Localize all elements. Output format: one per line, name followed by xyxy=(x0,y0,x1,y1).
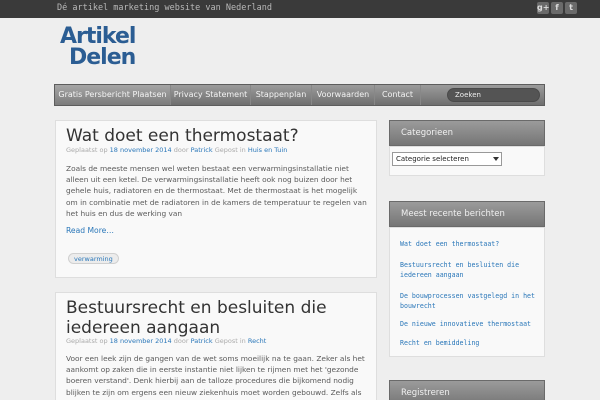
read-more-link[interactable]: Read More… xyxy=(66,226,114,235)
meta-prefix: Geplaatst op xyxy=(66,146,108,154)
twitter-icon[interactable]: t xyxy=(565,2,577,14)
nav-item-persbericht[interactable]: Gratis Persbericht Plaatsen xyxy=(55,85,171,105)
post-date[interactable]: 18 november 2014 xyxy=(110,337,172,345)
post-title[interactable]: Wat doet een thermostaat? xyxy=(66,126,299,146)
recent-post-link[interactable]: Wat doet een thermostaat? xyxy=(400,240,540,250)
nav-item-stappenplan[interactable]: Stappenplan xyxy=(251,85,312,105)
chevron-down-icon xyxy=(493,157,499,161)
post-card: Wat doet een thermostaat? Geplaatst op 1… xyxy=(55,120,377,278)
post-excerpt: Zoals de meeste mensen wel weten bestaat… xyxy=(66,164,367,218)
meta-posted-in: Gepost in xyxy=(214,337,246,345)
recent-posts-widget-title: Meest recente berichten xyxy=(389,201,545,227)
post-tag[interactable]: verwarming xyxy=(68,253,119,264)
post-card: Bestuursrecht en besluiten die iedereen … xyxy=(55,292,377,400)
facebook-icon[interactable]: f xyxy=(551,2,563,14)
post-date[interactable]: 18 november 2014 xyxy=(110,146,172,154)
nav-item-privacy[interactable]: Privacy Statement xyxy=(171,85,251,105)
recent-post-link[interactable]: Bestuursrecht en besluiten die iedereen … xyxy=(400,261,540,280)
google-plus-icon[interactable]: g+ xyxy=(537,2,549,14)
categories-widget: Categorie selecteren xyxy=(389,146,545,176)
post-author[interactable]: Patrick xyxy=(191,146,213,154)
post-author[interactable]: Patrick xyxy=(191,337,213,345)
main-nav: Gratis Persbericht Plaatsen Privacy Stat… xyxy=(54,84,545,106)
top-bar: Dé artikel marketing website van Nederla… xyxy=(0,0,600,18)
meta-posted-in: Gepost in xyxy=(214,146,246,154)
post-excerpt: Voor een leek zijn de gangen van de wet … xyxy=(66,354,365,397)
categories-widget-title: Categorieen xyxy=(389,120,545,146)
nav-item-contact[interactable]: Contact xyxy=(375,85,421,105)
post-meta: Geplaatst op 18 november 2014 door Patri… xyxy=(66,337,266,345)
meta-by: door xyxy=(173,146,189,154)
post-meta: Geplaatst op 18 november 2014 door Patri… xyxy=(66,146,287,154)
category-select[interactable]: Categorie selecteren xyxy=(392,152,502,166)
logo-line-2: Delen xyxy=(69,45,136,70)
search-input[interactable]: Zoeken xyxy=(447,88,540,102)
category-select-value: Categorie selecteren xyxy=(396,155,469,163)
recent-post-link[interactable]: De bouwprocessen vastgelegd in het bouwr… xyxy=(400,292,540,311)
site-tagline: Dé artikel marketing website van Nederla… xyxy=(57,3,272,13)
register-widget-title: Registreren xyxy=(389,380,545,400)
recent-post-link[interactable]: Recht en bemiddeling xyxy=(400,339,540,349)
recent-post-link[interactable]: De nieuwe innovatieve thermostaat xyxy=(400,320,540,330)
meta-prefix: Geplaatst op xyxy=(66,337,108,345)
post-title[interactable]: Bestuursrecht en besluiten die iedereen … xyxy=(66,298,366,338)
post-category[interactable]: Huis en Tuin xyxy=(248,146,287,154)
recent-posts-widget: Wat doet een thermostaat? Bestuursrecht … xyxy=(389,227,545,357)
post-category[interactable]: Recht xyxy=(248,337,266,345)
nav-item-voorwaarden[interactable]: Voorwaarden xyxy=(312,85,375,105)
meta-by: door xyxy=(173,337,189,345)
